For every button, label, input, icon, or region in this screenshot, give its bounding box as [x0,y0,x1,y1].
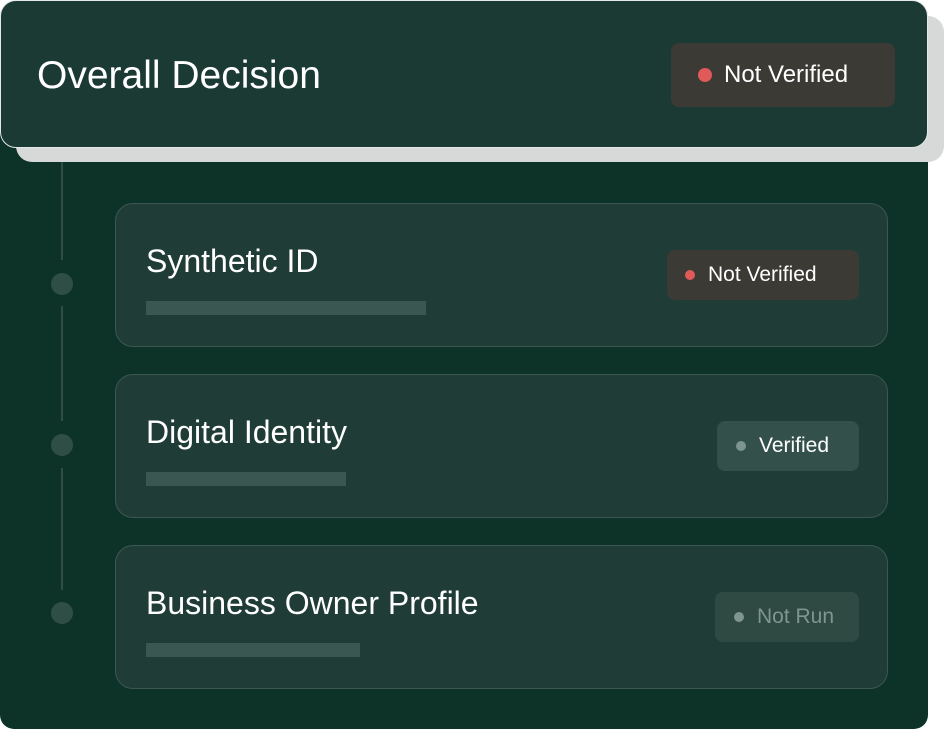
timeline-node [51,434,73,456]
timeline-node [51,602,73,624]
timeline-line [61,162,63,260]
status-dot-icon [685,270,695,280]
check-card-digital-identity[interactable]: Digital Identity Verified [115,374,888,518]
status-badge: Not Run [715,592,859,642]
status-label: Verified [759,434,830,457]
timeline-line [61,306,63,421]
overall-decision-title: Overall Decision [37,54,321,97]
overall-status-badge: Not Verified [671,43,895,107]
overall-decision-header: Overall Decision Not Verified [0,0,928,148]
check-card-synthetic-id[interactable]: Synthetic ID Not Verified [115,203,888,347]
check-title: Synthetic ID [146,243,319,279]
timeline-node [51,273,73,295]
placeholder-bar [146,301,426,315]
status-label: Not Verified [708,263,817,286]
status-label: Not Run [757,605,835,628]
status-dot-icon [736,441,746,451]
overall-status-label: Not Verified [724,61,849,88]
check-card-business-owner-profile[interactable]: Business Owner Profile Not Run [115,545,888,689]
status-badge: Not Verified [667,250,859,300]
status-badge: Verified [717,421,859,471]
check-title: Digital Identity [146,414,347,450]
timeline-line [61,468,63,590]
status-dot-icon [734,612,744,622]
check-title: Business Owner Profile [146,585,479,621]
verification-widget: Overall Decision Not Verified Synthetic … [0,0,944,729]
status-dot-icon [698,68,712,82]
placeholder-bar [146,643,360,657]
placeholder-bar [146,472,346,486]
